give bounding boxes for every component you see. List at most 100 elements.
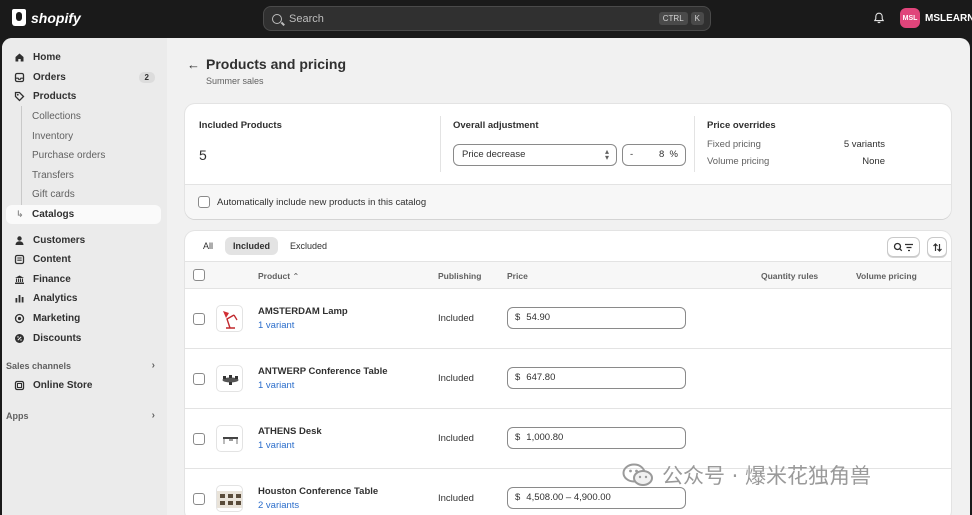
publishing-status: Included xyxy=(438,373,474,384)
search-bar[interactable]: Search CTRL K xyxy=(263,6,711,31)
avatar: MSL xyxy=(900,8,920,28)
watermark-text: 公众号 · 爆米花独角兽 xyxy=(662,464,872,488)
product-name[interactable]: Houston Conference Table xyxy=(258,486,378,497)
sidebar-subitem-catalogs[interactable]: ↳ Catalogs xyxy=(6,204,161,225)
price-input[interactable]: $4,508.00 – 4,900.00 xyxy=(507,487,686,509)
sidebar-item-home[interactable]: Home xyxy=(2,48,167,68)
sidebar-item-label: Customers xyxy=(33,234,86,246)
variant-link[interactable]: 1 variant xyxy=(258,320,294,331)
sidebar-item-content[interactable]: Content xyxy=(2,250,167,270)
sort-arrows-icon: ⌃ xyxy=(292,272,300,281)
divider xyxy=(440,116,441,172)
shortcut-key-k: K xyxy=(690,12,704,25)
apps-header[interactable]: Apps › xyxy=(2,406,167,426)
shortcut-key-ctrl: CTRL xyxy=(658,12,688,25)
variant-link[interactable]: 1 variant xyxy=(258,380,294,391)
row-checkbox[interactable] xyxy=(193,493,205,505)
tab-excluded[interactable]: Excluded xyxy=(282,237,335,255)
watermark: 公众号 · 爆米花独角兽 xyxy=(622,460,871,490)
sidebar-item-products[interactable]: Products xyxy=(2,87,167,107)
sort-button[interactable] xyxy=(927,237,947,257)
person-icon xyxy=(14,235,25,246)
subnav-branch-icon: ↳ xyxy=(16,208,24,219)
table-header: Product ⌃ Publishing Price Quantity rule… xyxy=(185,261,951,289)
adjustment-type-select[interactable]: Price decrease ▴ ▾ xyxy=(453,144,617,166)
adjustment-percent-value: 8 xyxy=(658,149,665,160)
search-filter-button[interactable] xyxy=(887,237,920,257)
sidebar-item-analytics[interactable]: Analytics xyxy=(2,289,167,309)
sidebar-item-orders[interactable]: Orders 2 xyxy=(2,68,167,88)
sales-channels-header[interactable]: Sales channels › xyxy=(2,356,167,376)
section-label: Sales channels xyxy=(6,360,72,371)
product-thumbnail-desk xyxy=(216,425,243,452)
sidebar-item-finance[interactable]: Finance xyxy=(2,270,167,290)
page-title: Products and pricing xyxy=(206,56,347,72)
sidebar-subitem-purchase-orders[interactable]: Purchase orders xyxy=(2,146,167,166)
column-header-volume-pricing: Volume pricing xyxy=(856,271,917,281)
bar-chart-icon xyxy=(14,293,25,304)
select-all-checkbox[interactable] xyxy=(193,269,205,281)
publishing-status: Included xyxy=(438,493,474,504)
sidebar-item-customers[interactable]: Customers xyxy=(2,230,167,250)
auto-include-label: Automatically include new products in th… xyxy=(217,196,427,208)
wechat-icon xyxy=(622,463,653,486)
variant-link[interactable]: 1 variant xyxy=(258,440,294,451)
column-header-quantity-rules: Quantity rules xyxy=(761,271,819,281)
discount-icon xyxy=(14,333,25,344)
volume-pricing-label: Volume pricing xyxy=(707,156,770,167)
product-name[interactable]: AMSTERDAM Lamp xyxy=(258,306,348,317)
home-icon xyxy=(14,52,25,63)
logo-text: shopify xyxy=(31,9,81,26)
currency-symbol: $ xyxy=(515,432,521,443)
account-menu[interactable]: MSL MSLEARN xyxy=(900,8,972,28)
sidebar-subitem-label: Transfers xyxy=(32,169,74,181)
sidebar-subitem-collections[interactable]: Collections xyxy=(2,107,167,127)
target-icon xyxy=(14,313,25,324)
row-checkbox[interactable] xyxy=(193,313,205,325)
column-header-publishing: Publishing xyxy=(438,271,482,281)
sidebar-item-online-store[interactable]: Online Store xyxy=(2,376,167,396)
sidebar-item-marketing[interactable]: Marketing xyxy=(2,309,167,329)
product-name[interactable]: ATHENS Desk xyxy=(258,426,322,437)
product-name[interactable]: ANTWERP Conference Table xyxy=(258,366,388,377)
table-row: ANTWERP Conference Table 1 variant Inclu… xyxy=(185,349,951,409)
price-overrides-section: Price overrides Fixed pricing 5 variants… xyxy=(707,104,947,184)
chevron-right-icon: › xyxy=(151,360,155,372)
bell-icon[interactable] xyxy=(873,12,885,24)
auto-include-checkbox[interactable] xyxy=(198,196,210,208)
variant-link[interactable]: 2 variants xyxy=(258,500,299,511)
sidebar-subitem-label: Inventory xyxy=(32,130,74,142)
adjustment-percent-input[interactable]: - 8 % xyxy=(622,144,686,166)
publishing-status: Included xyxy=(438,313,474,324)
price-input[interactable]: $54.90 xyxy=(507,307,686,329)
bank-icon xyxy=(14,274,25,285)
row-checkbox[interactable] xyxy=(193,433,205,445)
admin-frame: Home Orders 2 Products Collections Inven… xyxy=(2,38,970,515)
overall-adjustment-label: Overall adjustment xyxy=(453,120,539,131)
sidebar-item-label: Orders xyxy=(33,71,66,83)
top-bar: shopify Search CTRL K MSL MSLEARN xyxy=(0,0,972,38)
tag-icon xyxy=(14,91,25,102)
sidebar-item-label: Discounts xyxy=(33,332,82,344)
product-thumbnail-conference-table xyxy=(216,365,243,392)
sidebar-item-discounts[interactable]: Discounts xyxy=(2,328,167,348)
price-input[interactable]: $647.80 xyxy=(507,367,686,389)
shopify-logo[interactable]: shopify xyxy=(12,9,81,26)
tab-included[interactable]: Included xyxy=(225,237,279,255)
sidebar-item-label: Content xyxy=(33,254,71,266)
back-arrow-icon[interactable]: ← xyxy=(187,57,200,72)
price-value: 1,000.80 xyxy=(526,432,564,443)
price-input[interactable]: $1,000.80 xyxy=(507,427,686,449)
divider xyxy=(694,116,695,172)
sidebar: Home Orders 2 Products Collections Inven… xyxy=(2,38,167,515)
overall-adjustment-section: Overall adjustment Price decrease ▴ ▾ - 8… xyxy=(453,104,693,184)
sidebar-item-label: Finance xyxy=(33,273,71,285)
sidebar-subitem-inventory[interactable]: Inventory xyxy=(2,126,167,146)
row-checkbox[interactable] xyxy=(193,373,205,385)
column-header-product[interactable]: Product ⌃ xyxy=(258,271,299,281)
adjustment-sign: - xyxy=(630,149,634,160)
sidebar-subitem-transfers[interactable]: Transfers xyxy=(2,166,167,186)
select-arrows-icon: ▴ ▾ xyxy=(604,147,609,162)
tab-all[interactable]: All xyxy=(195,237,221,255)
sidebar-subitem-gift-cards[interactable]: Gift cards xyxy=(2,185,167,205)
